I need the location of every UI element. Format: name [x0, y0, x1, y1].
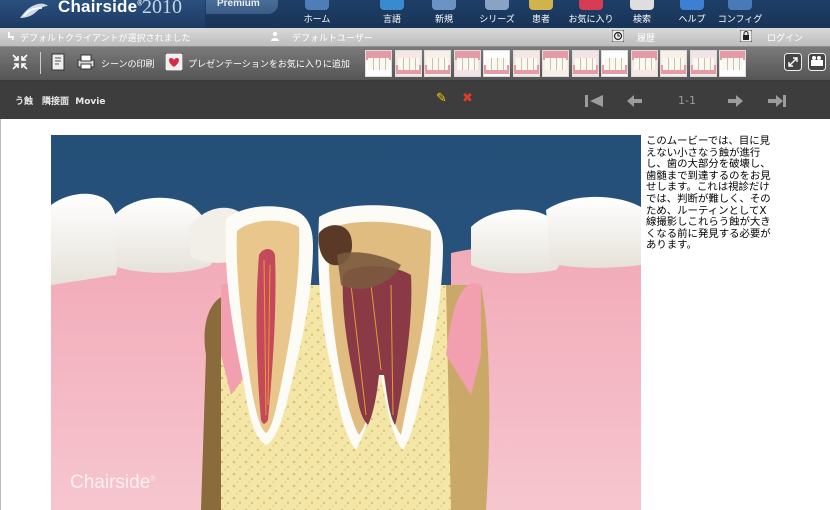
document-icon[interactable]	[49, 53, 67, 71]
thumbnail-teeth	[574, 58, 596, 70]
thumbnail-teeth	[545, 58, 566, 70]
search-icon	[630, 0, 654, 10]
nav-label: シリーズ	[479, 15, 515, 25]
thumbnail-teeth	[604, 58, 625, 70]
favorites-icon	[579, 0, 603, 10]
nav-favorites-button[interactable]: お気に入り	[566, 0, 616, 28]
scene-thumbnail[interactable]	[719, 50, 746, 77]
nav-search-button[interactable]: 検索	[622, 0, 662, 28]
nav-home-button[interactable]: ホーム	[292, 0, 342, 28]
nav-label: お気に入り	[568, 15, 614, 25]
dental-movie-frame[interactable]: Chairside®	[51, 135, 641, 510]
scene-thumbnail[interactable]	[660, 50, 687, 77]
nav-label: 患者	[531, 15, 550, 25]
client-status: デフォルトクライアントが選択されました	[20, 34, 191, 44]
history-link[interactable]: 履歴	[637, 31, 655, 44]
brand-name: Chairside®	[58, 0, 143, 16]
presentation-titlebar: う蝕 隣接面 Movie ✎ ✖ 1-1	[0, 81, 830, 119]
last-page-icon[interactable]	[768, 95, 786, 107]
scene-thumbnail[interactable]	[365, 50, 392, 77]
nav-new-button[interactable]: 新規	[424, 0, 464, 28]
tooth-cross-section-illustration	[51, 135, 641, 510]
nav-help-button[interactable]: ヘルプ	[672, 0, 712, 28]
scene-thumbnail[interactable]	[512, 50, 540, 77]
prev-page-icon[interactable]	[627, 95, 642, 107]
chairside-logo-icon	[20, 3, 48, 19]
brand-year: 2010	[142, 0, 182, 18]
nav-label: ヘルプ	[678, 15, 706, 25]
chair-icon	[8, 32, 14, 40]
thumbnail-teeth	[427, 58, 448, 70]
collapse-icon[interactable]	[11, 53, 29, 71]
fullscreen-icon[interactable]	[784, 53, 802, 71]
login-link[interactable]: ログイン	[767, 31, 803, 44]
thumbnail-teeth	[486, 58, 507, 70]
new-icon	[432, 0, 456, 10]
edit-pencil-icon[interactable]: ✎	[436, 91, 447, 106]
scene-thumbnail[interactable]	[453, 50, 481, 77]
help-icon	[680, 0, 704, 10]
brand-area: Chairside® 2010	[0, 0, 205, 28]
nav-label: コンフィグ	[717, 15, 763, 25]
nav-patient-button[interactable]: 患者	[524, 0, 558, 28]
nav-label: 検索	[632, 15, 651, 25]
print-scene-button[interactable]: シーンの印刷	[101, 57, 155, 70]
status-bar: デフォルトクライアントが選択されました デフォルトユーザー 履歴 ログイン	[0, 28, 830, 47]
delete-icon[interactable]: ✖	[462, 91, 473, 106]
clock-icon[interactable]	[612, 30, 624, 42]
home-icon	[305, 0, 329, 10]
thumbnail-teeth	[633, 58, 655, 70]
projector-icon[interactable]	[808, 53, 826, 71]
toolbar: シーンの印刷 プレゼンテーションをお気に入りに追加	[0, 47, 830, 81]
scene-thumbnail[interactable]	[542, 50, 569, 77]
scene-thumbnail[interactable]	[630, 50, 658, 77]
edition-badge: Premium	[206, 0, 278, 14]
thumbnail-teeth	[692, 58, 714, 70]
toolbar-divider	[40, 52, 41, 74]
scene-description: このムービーでは、目に見えない小さなう蝕が進行し、歯の大部分を破壊し、歯髄まで到…	[646, 135, 771, 252]
first-page-icon[interactable]	[585, 95, 603, 107]
series-icon	[485, 0, 509, 10]
thumbnail-teeth	[368, 58, 389, 70]
user-status: デフォルトユーザー	[292, 34, 373, 44]
nav-label: ホーム	[303, 15, 331, 25]
scene-thumbnail[interactable]	[689, 50, 717, 77]
presentation-title: う蝕 隣接面 Movie	[15, 97, 106, 107]
nav-label: 言語	[382, 15, 401, 25]
scene-thumbnail[interactable]	[601, 50, 628, 77]
printer-icon[interactable]	[77, 53, 95, 71]
thumbnail-teeth	[515, 58, 537, 70]
config-icon	[728, 0, 752, 10]
scene-thumbnail[interactable]	[571, 50, 599, 77]
app-header: Chairside® 2010 Premium ホーム 言語 新規 シリーズ 患者 お気に…	[0, 0, 830, 28]
scene-thumbnail[interactable]	[483, 50, 510, 77]
language-icon	[380, 0, 404, 10]
page-indicator: 1-1	[678, 94, 696, 107]
next-page-icon[interactable]	[728, 95, 743, 107]
user-icon	[271, 31, 279, 41]
nav-config-button[interactable]: コンフィグ	[716, 0, 764, 28]
scene-thumbnail[interactable]	[424, 50, 451, 77]
lock-icon[interactable]	[740, 30, 752, 42]
heart-icon[interactable]	[165, 53, 183, 71]
nav-series-button[interactable]: シリーズ	[472, 0, 522, 28]
thumbnail-teeth	[722, 58, 743, 70]
add-favorite-button[interactable]: プレゼンテーションをお気に入りに追加	[188, 57, 350, 70]
patient-icon	[529, 0, 553, 10]
chairside-watermark: Chairside®	[70, 472, 156, 493]
thumbnail-teeth	[397, 58, 419, 70]
thumbnail-teeth	[456, 58, 478, 70]
thumbnail-teeth	[663, 58, 684, 70]
nav-language-button[interactable]: 言語	[372, 0, 412, 28]
nav-label: 新規	[434, 15, 453, 25]
scene-thumbnail[interactable]	[394, 50, 422, 77]
